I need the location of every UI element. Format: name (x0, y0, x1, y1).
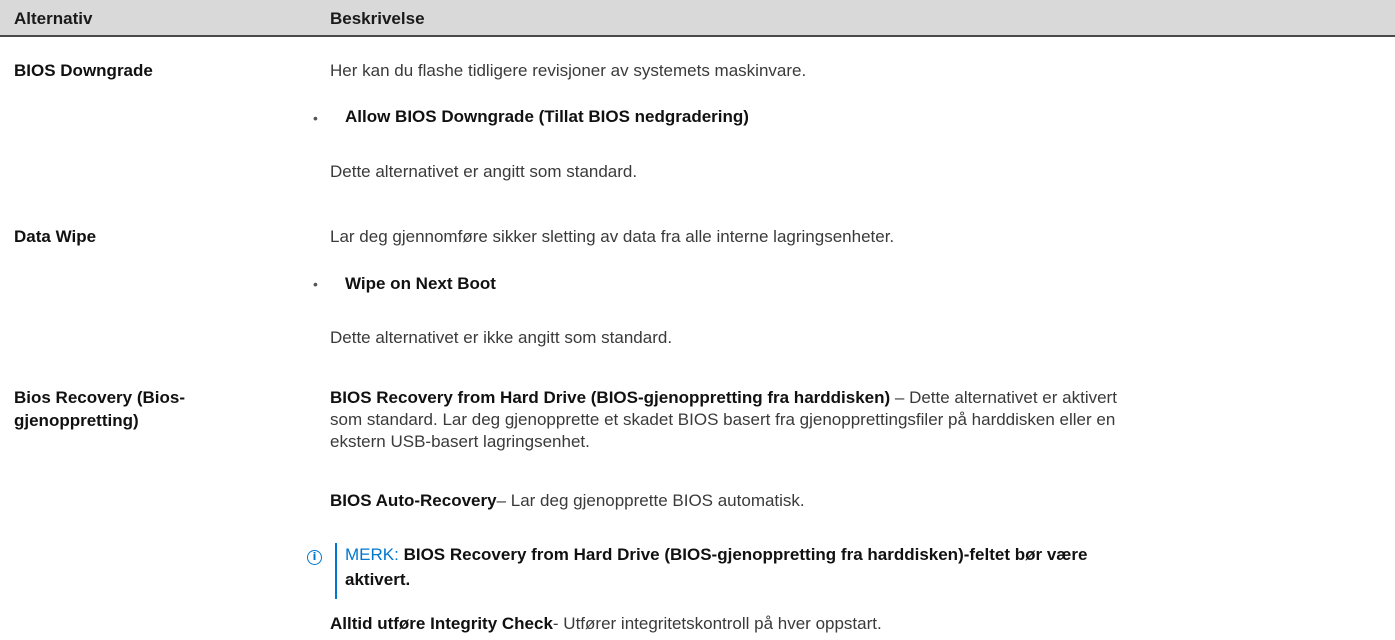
description-data-wipe: Lar deg gjennomføre sikker sletting av d… (330, 227, 895, 246)
note-bios-downgrade: Dette alternativet er angitt som standar… (330, 162, 638, 181)
recovery-from-hard-drive-title: BIOS Recovery from Hard Drive (BIOS-gjen… (330, 388, 891, 407)
bullet-wipe-on-next-boot: Wipe on Next Boot (345, 274, 496, 293)
option-data-wipe: Data Wipe (14, 227, 97, 246)
recovery-from-hard-drive-line2: som standard. Lar deg gjenopprette et sk… (330, 410, 1116, 429)
option-bios-downgrade: BIOS Downgrade (14, 61, 153, 80)
option-bios-recovery-line2: gjenoppretting) (14, 411, 139, 430)
description-bios-downgrade: Her kan du flashe tidligere revisjoner a… (330, 61, 807, 80)
bios-auto-recovery-text: – Lar deg gjenopprette BIOS automatisk. (496, 491, 805, 510)
column-header-description: Beskrivelse (330, 9, 425, 28)
note-divider (335, 543, 337, 599)
integrity-check-text: - Utfører integritetskontroll på hver op… (552, 614, 882, 633)
info-icon: i (307, 550, 322, 565)
recovery-from-hard-drive-line1: BIOS Recovery from Hard Drive (BIOS-gjen… (330, 388, 1117, 408)
integrity-check-title: Alltid utføre Integrity Check (330, 614, 553, 633)
recovery-from-hard-drive-line3: ekstern USB-basert lagringsenhet. (330, 432, 590, 451)
note-line1: MERK: BIOS Recovery from Hard Drive (BIO… (345, 545, 1087, 565)
bios-auto-recovery: BIOS Auto-Recovery– Lar deg gjenopprette… (330, 491, 805, 511)
option-bios-recovery-line1: Bios Recovery (Bios- (14, 388, 185, 407)
note-data-wipe: Dette alternativet er ikke angitt som st… (330, 328, 673, 347)
bullet-allow-bios-downgrade: Allow BIOS Downgrade (Tillat BIOS nedgra… (345, 107, 749, 126)
integrity-check: Alltid utføre Integrity Check- Utfører i… (330, 614, 882, 634)
note-label: MERK: (345, 545, 399, 564)
note-text: BIOS Recovery from Hard Drive (BIOS-gjen… (398, 545, 1088, 564)
column-header-option: Alternativ (14, 9, 93, 28)
table-header: Alternativ Beskrivelse (0, 0, 1395, 37)
bios-auto-recovery-title: BIOS Auto-Recovery (330, 491, 497, 510)
bullet-icon: • (313, 276, 318, 292)
note-line2: aktivert. (345, 570, 411, 589)
recovery-from-hard-drive-text: – Dette alternativet er aktivert (890, 388, 1117, 407)
bullet-icon: • (313, 110, 318, 126)
